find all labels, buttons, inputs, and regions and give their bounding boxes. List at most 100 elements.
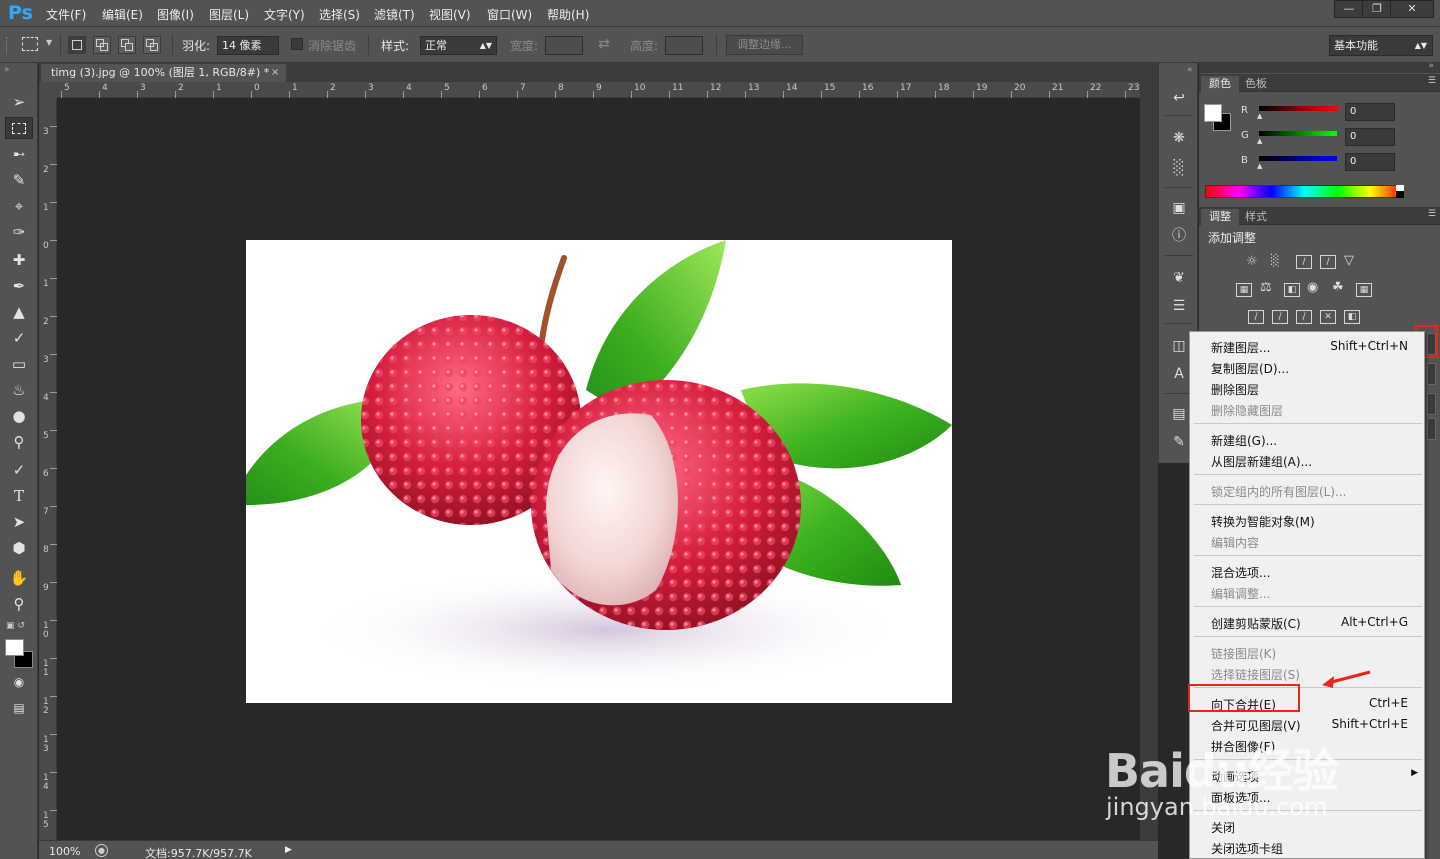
quick-mask-icon[interactable]: ◉ [5,671,33,693]
shape-tool-icon[interactable]: ⬢ [5,537,33,559]
zoom-tool-icon[interactable]: ⚲ [5,593,33,615]
marquee-preset-icon[interactable] [22,37,38,51]
style-select[interactable]: 正常 ▲▼ [420,36,497,55]
paint-bucket-tool-icon[interactable]: ♨ [5,379,33,401]
selective-color-icon[interactable]: ✕ [1320,310,1336,324]
menu-item-merge-visible[interactable]: 合并可见图层(V) [1211,717,1301,734]
photo-filter-icon[interactable]: ◉ [1307,280,1318,295]
screen-mode-icon[interactable]: ▤ [5,697,33,719]
notes-icon[interactable]: ✎ [1170,433,1188,451]
scroll-handle[interactable] [1427,363,1436,385]
menu-item-new-layer[interactable]: 新建图层... [1211,339,1270,356]
b-value-input[interactable]: 0 [1345,153,1395,171]
menu-item-close[interactable]: 关闭 [1211,819,1235,836]
hue-saturation-icon[interactable]: ▦ [1236,283,1252,297]
r-slider[interactable] [1259,106,1337,111]
status-info-icon[interactable]: ● [95,844,108,857]
menu-file[interactable]: 文件(F) [46,6,86,23]
menu-item-duplicate-layer[interactable]: 复制图层(D)... [1211,360,1289,377]
character-style-icon[interactable]: A [1170,365,1188,383]
vertical-scrollbar[interactable] [1140,82,1158,840]
intersect-selection-button[interactable] [143,36,161,54]
levels-icon[interactable]: ░ [1271,254,1279,267]
swap-icon[interactable]: ⇄ [598,36,610,52]
collapse-icon[interactable]: » [4,65,10,75]
crop-tool-icon[interactable]: ⌖ [5,195,33,217]
g-value-input[interactable]: 0 [1345,128,1395,146]
panel-menu-icon[interactable]: ☰ [1428,209,1436,219]
posterize-icon[interactable]: ∕ [1272,310,1288,324]
menu-item-create-clipping-mask[interactable]: 创建剪贴蒙版(C) [1211,615,1301,632]
foreground-color-swatch[interactable] [1204,104,1222,122]
scroll-handle[interactable] [1427,393,1436,415]
refine-edge-button[interactable]: 调整边缘... [726,35,803,55]
brush-presets-icon[interactable]: ❦ [1170,269,1188,287]
stamp-tool-icon[interactable]: ▲ [5,301,33,323]
foreground-color-swatch[interactable] [5,639,24,656]
menu-item-blending-options[interactable]: 混合选项... [1211,564,1270,581]
r-slider-thumb[interactable]: ▲ [1257,112,1262,120]
new-selection-button[interactable] [68,36,86,54]
subtract-selection-button[interactable] [118,36,136,54]
color-lookup-icon[interactable]: ▦ [1356,283,1372,297]
black-swatch[interactable] [1396,191,1404,198]
path-select-tool-icon[interactable]: ➤ [5,511,33,533]
menu-type[interactable]: 文字(Y) [264,6,305,23]
black-white-icon[interactable]: ◧ [1284,283,1300,297]
history-brush-tool-icon[interactable]: ✓ [5,327,33,349]
navigator-icon[interactable]: ❋ [1170,129,1188,147]
blur-tool-icon[interactable]: ● [5,405,33,427]
tab-swatches[interactable]: 色板 [1237,76,1275,92]
brush-tool-icon[interactable]: ✒ [5,275,33,297]
b-slider-thumb[interactable]: ▲ [1257,162,1262,170]
clone-source-icon[interactable]: ◫ [1170,337,1188,355]
tab-adjustments[interactable]: 调整 [1201,209,1239,225]
exposure-icon[interactable]: ∕ [1320,255,1336,269]
eyedropper-tool-icon[interactable]: ✑ [5,221,33,243]
info-3d-icon[interactable]: ▣ [1170,199,1188,217]
width-input[interactable] [545,36,583,55]
dodge-tool-icon[interactable]: ⚲ [5,431,33,453]
healing-tool-icon[interactable]: ✚ [5,249,33,271]
restore-button[interactable]: ❐ [1362,0,1392,18]
workspace-select[interactable]: 基本功能 ▲▼ [1329,35,1433,56]
eraser-tool-icon[interactable]: ▭ [5,353,33,375]
g-slider-thumb[interactable]: ▲ [1257,137,1262,145]
lasso-tool-icon[interactable]: ➸ [5,143,33,165]
histogram-icon[interactable]: ░ [1170,159,1188,177]
info-icon[interactable]: ⓘ [1170,227,1188,245]
menu-edit[interactable]: 编辑(E) [102,6,143,23]
threshold-icon[interactable]: ∕ [1296,310,1312,324]
collapse-icon[interactable]: « [1187,65,1193,75]
invert-icon[interactable]: ∕ [1248,310,1264,324]
antialias-checkbox[interactable] [291,38,303,50]
pen-tool-icon[interactable]: ✓ [5,459,33,481]
vibrance-icon[interactable]: ▽ [1344,253,1354,268]
default-colors-icon[interactable]: ▣ ↺ [6,621,28,635]
channel-mixer-icon[interactable]: ☘ [1332,280,1344,295]
menu-image[interactable]: 图像(I) [157,6,194,23]
tab-color[interactable]: 颜色 [1201,76,1239,92]
marquee-tool-icon[interactable] [5,117,33,139]
add-selection-button[interactable] [93,36,111,54]
menu-help[interactable]: 帮助(H) [547,6,589,23]
b-slider[interactable] [1259,156,1337,161]
color-spectrum-bar[interactable] [1205,185,1404,198]
gradient-map-icon[interactable]: ◧ [1344,310,1360,324]
menu-select[interactable]: 选择(S) [319,6,360,23]
tool-presets-icon[interactable]: ☰ [1170,297,1188,315]
move-tool-icon[interactable]: ➢ [5,91,33,113]
close-tab-icon[interactable]: × [271,64,279,82]
color-balance-icon[interactable]: ⚖ [1260,280,1272,295]
menu-view[interactable]: 视图(V) [429,6,471,23]
minimize-button[interactable]: — [1334,0,1364,18]
g-slider[interactable] [1259,131,1337,136]
tab-styles[interactable]: 样式 [1237,209,1275,225]
type-tool-icon[interactable]: T [5,485,33,507]
close-button[interactable]: ✕ [1390,0,1434,18]
menu-item-new-group[interactable]: 新建组(G)... [1211,432,1277,449]
menu-item-delete-layer[interactable]: 删除图层 [1211,381,1259,398]
menu-item-group-from-layers[interactable]: 从图层新建组(A)... [1211,453,1312,470]
menu-layer[interactable]: 图层(L) [209,6,249,23]
quick-select-tool-icon[interactable]: ✎ [5,169,33,191]
